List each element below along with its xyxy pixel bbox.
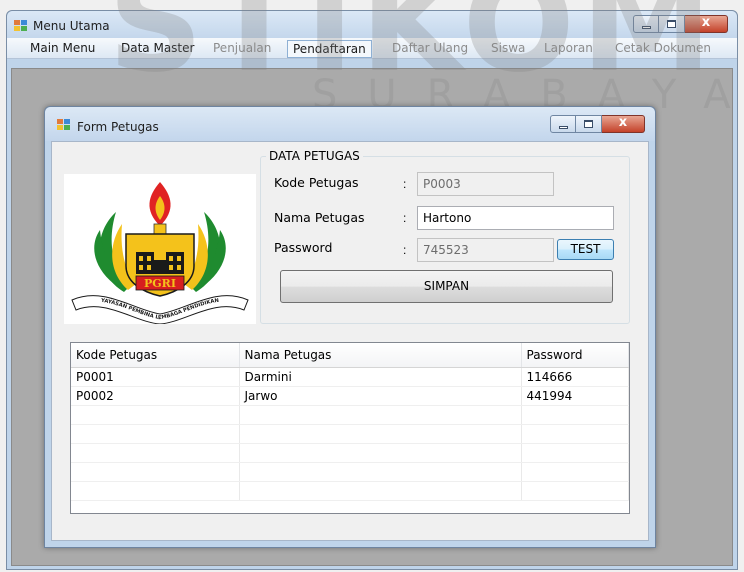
menu-siswa[interactable]: Siswa <box>489 40 527 58</box>
cell-password: 441994 <box>521 386 629 406</box>
maximize-icon <box>667 20 676 28</box>
menu-cetak-dokumen[interactable]: Cetak Dokumen <box>613 40 713 58</box>
cell-password <box>521 462 629 482</box>
form-window-controls: x <box>550 115 645 133</box>
close-icon: x <box>701 15 711 30</box>
column-header-password[interactable]: Password <box>521 343 629 368</box>
cell-nama <box>239 443 522 463</box>
form-close-button[interactable]: x <box>602 115 645 133</box>
simpan-button[interactable]: SIMPAN <box>280 270 613 303</box>
minimize-button[interactable] <box>633 15 659 33</box>
form-minimize-button[interactable] <box>550 115 576 133</box>
menu-daftar-ulang[interactable]: Daftar Ulang <box>390 40 470 58</box>
form-title: Form Petugas <box>77 120 159 134</box>
cell-kode <box>71 424 240 444</box>
pgri-logo-icon: PGRI YAYASAN PEMBINA LEMBAGA PENDIDIKAN <box>71 182 249 325</box>
cell-nama: Darmini <box>239 367 522 387</box>
pgri-logo: PGRI YAYASAN PEMBINA LEMBAGA PENDIDIKAN <box>64 174 256 325</box>
cell-password <box>521 405 629 425</box>
main-window-controls: x <box>633 15 728 33</box>
form-title-bar[interactable]: Form Petugas x <box>45 107 655 141</box>
cell-kode <box>71 462 240 482</box>
cell-kode: P0002 <box>71 386 240 406</box>
cell-kode <box>71 405 240 425</box>
form-body: PGRI YAYASAN PEMBINA LEMBAGA PENDIDIKAN … <box>51 141 649 541</box>
maximize-button[interactable] <box>659 15 685 33</box>
password-field[interactable]: 745523 <box>417 238 554 262</box>
data-petugas-group: DATA PETUGAS Kode Petugas : P0003 Nama P… <box>260 149 630 324</box>
maximize-icon <box>584 120 593 128</box>
cell-password: 114666 <box>521 367 629 387</box>
minimize-icon <box>642 26 651 29</box>
table-row[interactable]: P0001 Darmini 114666 <box>71 367 629 387</box>
menu-bar: Main Menu Data Master Penjualan Pendafta… <box>7 38 737 59</box>
grid-header-row: Kode Petugas Nama Petugas Password <box>71 343 629 368</box>
cell-nama: Jarwo <box>239 386 522 406</box>
cell-password <box>521 443 629 463</box>
kode-petugas-label: Kode Petugas <box>274 175 359 190</box>
menu-main-menu[interactable]: Main Menu <box>28 40 97 58</box>
form-icon <box>57 119 71 131</box>
form-petugas-window: Form Petugas x PGRI YAYASAN PEMBINA LEMB… <box>44 106 656 548</box>
main-window-title: Menu Utama <box>33 19 110 33</box>
logo-pgri-text: PGRI <box>144 277 176 290</box>
table-row[interactable] <box>71 462 629 482</box>
table-row[interactable] <box>71 424 629 444</box>
menu-pendaftaran[interactable]: Pendaftaran <box>287 40 372 58</box>
password-label: Password <box>274 240 333 255</box>
cell-nama <box>239 481 522 501</box>
app-icon <box>14 20 28 32</box>
minimize-icon <box>559 126 568 129</box>
column-header-kode[interactable]: Kode Petugas <box>71 343 240 368</box>
cell-password <box>521 424 629 444</box>
test-button[interactable]: TEST <box>557 239 614 260</box>
table-row[interactable] <box>71 405 629 425</box>
cell-password <box>521 481 629 501</box>
table-row[interactable] <box>71 443 629 463</box>
kode-separator: : <box>403 177 407 191</box>
menu-data-master[interactable]: Data Master <box>119 40 196 58</box>
table-row[interactable] <box>71 481 629 501</box>
group-title: DATA PETUGAS <box>266 149 363 163</box>
menu-laporan[interactable]: Laporan <box>542 40 595 58</box>
cell-kode <box>71 443 240 463</box>
table-row[interactable]: P0002 Jarwo 441994 <box>71 386 629 406</box>
cell-nama <box>239 424 522 444</box>
nama-petugas-label: Nama Petugas <box>274 210 365 225</box>
menu-penjualan[interactable]: Penjualan <box>211 40 273 58</box>
cell-nama <box>239 462 522 482</box>
nama-separator: : <box>403 211 407 225</box>
nama-petugas-field[interactable]: Hartono <box>417 206 614 230</box>
close-icon: x <box>618 115 628 130</box>
cell-nama <box>239 405 522 425</box>
petugas-data-grid[interactable]: Kode Petugas Nama Petugas Password P0001… <box>70 342 630 514</box>
column-header-nama[interactable]: Nama Petugas <box>239 343 522 368</box>
password-separator: : <box>403 243 407 257</box>
main-title-bar[interactable]: Menu Utama x <box>7 11 737 38</box>
kode-petugas-field[interactable]: P0003 <box>417 172 554 196</box>
cell-kode: P0001 <box>71 367 240 387</box>
cell-kode <box>71 481 240 501</box>
form-maximize-button[interactable] <box>576 115 602 133</box>
close-button[interactable]: x <box>685 15 728 33</box>
